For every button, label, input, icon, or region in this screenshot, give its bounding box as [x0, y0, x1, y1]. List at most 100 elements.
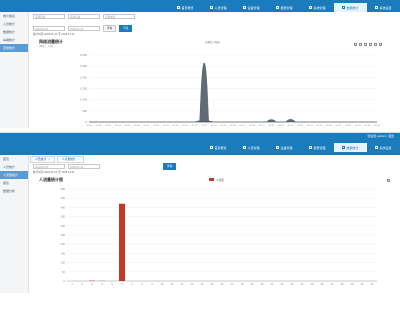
top-nav-item-4[interactable]: 系统管理	[301, 3, 334, 12]
top-sidebar-item-1[interactable]: 人员统计	[0, 20, 28, 28]
x-tick-label: 01-26	[326, 125, 332, 127]
home-icon	[210, 146, 214, 149]
x-tick-label: 01-21	[278, 125, 284, 127]
nav-label: 系统管理	[313, 5, 326, 10]
bottom-sidebar-item-0[interactable]: 首页	[0, 155, 28, 163]
nav-label: 报警管理	[280, 5, 293, 10]
x-tick-label: 6	[121, 283, 123, 286]
x-tick-label: 01-06	[134, 125, 140, 127]
x-tick-label: 01-07	[144, 125, 150, 127]
x-tick-label: 29	[351, 283, 354, 286]
x-tick-label: 3	[91, 283, 93, 286]
bottom-nav-item-4[interactable]: 数据统计	[334, 143, 367, 152]
top-sidebar-item-0[interactable]: 统计报表	[0, 12, 28, 20]
y-tick-label: 100	[61, 261, 66, 265]
zoom-icon[interactable]	[354, 43, 357, 46]
nav-label: 报警管理	[313, 145, 326, 150]
user-icon	[243, 146, 247, 149]
y-tick-label: 3,000	[80, 53, 87, 57]
x-tick-label: 14	[201, 283, 204, 286]
area-chart: 05001,0001,5002,0002,5003,00001-01 01-02 0…	[80, 53, 381, 127]
top-nav-item-3[interactable]: 报警管理	[268, 3, 301, 12]
user-info[interactable]: 欢迎您 admin | 退出	[368, 134, 394, 138]
date-range-note: 统计时间 2018-01-01 至 2018-01-31	[33, 171, 75, 174]
top-header-bar: 首页概览 人员管理 设备管理 报警管理 系统管理 数据统计 系统设置	[0, 0, 400, 12]
top-nav-item-5[interactable]: 数据统计	[334, 3, 367, 12]
bottom-sidebar-item-4[interactable]: 数据分析	[0, 187, 28, 195]
x-tick-label: 01-30	[365, 125, 371, 127]
bottom-nav-item-0[interactable]: 首页概览	[202, 143, 235, 152]
bottom-sidebar-item-2[interactable]: 人流量统计	[0, 171, 28, 179]
nav-label: 系统设置	[379, 5, 392, 10]
bottom-header-bar: 欢迎您 admin | 退出 首页概览 人员管理 设备管理 报警管理 数据统计 系统设置	[0, 133, 400, 155]
end-date-input[interactable]: 2018-01-31	[68, 26, 100, 31]
line-chart-icon[interactable]	[364, 43, 367, 46]
top-sidebar-item-4[interactable]: 流量统计	[0, 44, 28, 52]
bottom-nav-item-1[interactable]: 人员管理	[235, 143, 268, 152]
x-tick-label: 01-31	[374, 125, 380, 127]
nav-label: 设备管理	[280, 145, 293, 150]
top-nav-item-6[interactable]: 系统设置	[367, 3, 400, 12]
end-date-input[interactable]: 2018-01-31	[68, 164, 100, 169]
query-button[interactable]: 查询	[163, 163, 177, 170]
bottom-sidebar-item-3[interactable]: 报表	[0, 179, 28, 187]
legend-label: 人流量	[216, 179, 224, 182]
x-tick-label: 01-14	[211, 125, 217, 127]
y-tick-label: 500	[61, 187, 66, 191]
chart-icon	[342, 146, 346, 149]
bottom-sidebar: 首页 人员统计 人流量统计 报表 数据分析	[0, 155, 29, 293]
nav-label: 首页概览	[214, 145, 227, 150]
export-button[interactable]: 导出	[119, 25, 133, 32]
device-icon	[243, 6, 247, 9]
x-tick-label: 15	[211, 283, 214, 286]
device-select[interactable]: 选择设备	[68, 14, 100, 19]
bottom-main-nav: 首页概览 人员管理 设备管理 报警管理 数据统计 系统设置	[202, 143, 400, 152]
y-tick-label: 2,500	[80, 64, 87, 68]
start-date-input[interactable]: 2018-01-01	[33, 26, 65, 31]
y-tick-label: 400	[61, 205, 66, 209]
y-tick-label: 0	[64, 279, 66, 283]
x-tick-label: 12	[181, 283, 184, 286]
x-tick-label: 13	[191, 283, 194, 286]
bottom-main-area: 2018-01-01 2018-01-31 查询 统计时间 2018-01-01…	[29, 155, 400, 293]
type-select[interactable]: 选择类型	[103, 14, 135, 19]
top-sidebar-item-3[interactable]: 车辆统计	[0, 36, 28, 44]
bar-chart-icon[interactable]	[369, 43, 372, 46]
x-tick-label: 4	[101, 283, 103, 286]
top-nav-item-2[interactable]: 设备管理	[235, 3, 268, 12]
y-tick-label: 250	[61, 233, 66, 237]
bottom-sidebar-item-1[interactable]: 人员统计	[0, 163, 28, 171]
query-button[interactable]: 查询	[103, 25, 117, 32]
x-tick-label: 01-17	[240, 125, 246, 127]
x-tick-label: 01-10	[173, 125, 179, 127]
y-tick-label: 50	[62, 270, 65, 274]
x-tick-label: 17	[231, 283, 234, 286]
x-tick-label: 27	[331, 283, 334, 286]
top-nav-item-0[interactable]: 首页概览	[169, 3, 202, 12]
x-tick-label: 01-05	[125, 125, 131, 127]
y-tick-label: 300	[61, 224, 66, 228]
start-date-input[interactable]: 2018-01-01	[33, 164, 65, 169]
bottom-nav-item-2[interactable]: 设备管理	[268, 143, 301, 152]
x-tick-label: 24	[301, 283, 304, 286]
x-tick-label: 31	[371, 283, 374, 286]
bottom-nav-item-3[interactable]: 报警管理	[301, 143, 334, 152]
top-nav-item-1[interactable]: 人员管理	[202, 3, 235, 12]
home-icon	[177, 6, 181, 9]
top-filter-bar: 2018-01-01 2018-01-31 查询 导出	[33, 25, 133, 32]
expand-icon[interactable]	[387, 179, 390, 182]
x-tick-label: 1	[71, 283, 73, 286]
top-sidebar-item-2[interactable]: 数据统计	[0, 28, 28, 36]
bottom-nav-item-5[interactable]: 系统设置	[367, 143, 400, 152]
reset-icon[interactable]	[359, 43, 362, 46]
x-tick-label: 9	[151, 283, 153, 286]
y-tick-label: 0	[85, 120, 87, 124]
x-tick-label: 10	[161, 283, 164, 286]
refresh-icon[interactable]	[374, 43, 377, 46]
y-tick-label: 2,000	[80, 75, 87, 79]
region-select[interactable]: 选择区域	[33, 14, 65, 19]
x-tick-label: 11	[171, 283, 174, 286]
x-tick-label: 01-08	[153, 125, 159, 127]
x-tick-label: 01-09	[163, 125, 169, 127]
download-icon[interactable]	[379, 43, 382, 46]
